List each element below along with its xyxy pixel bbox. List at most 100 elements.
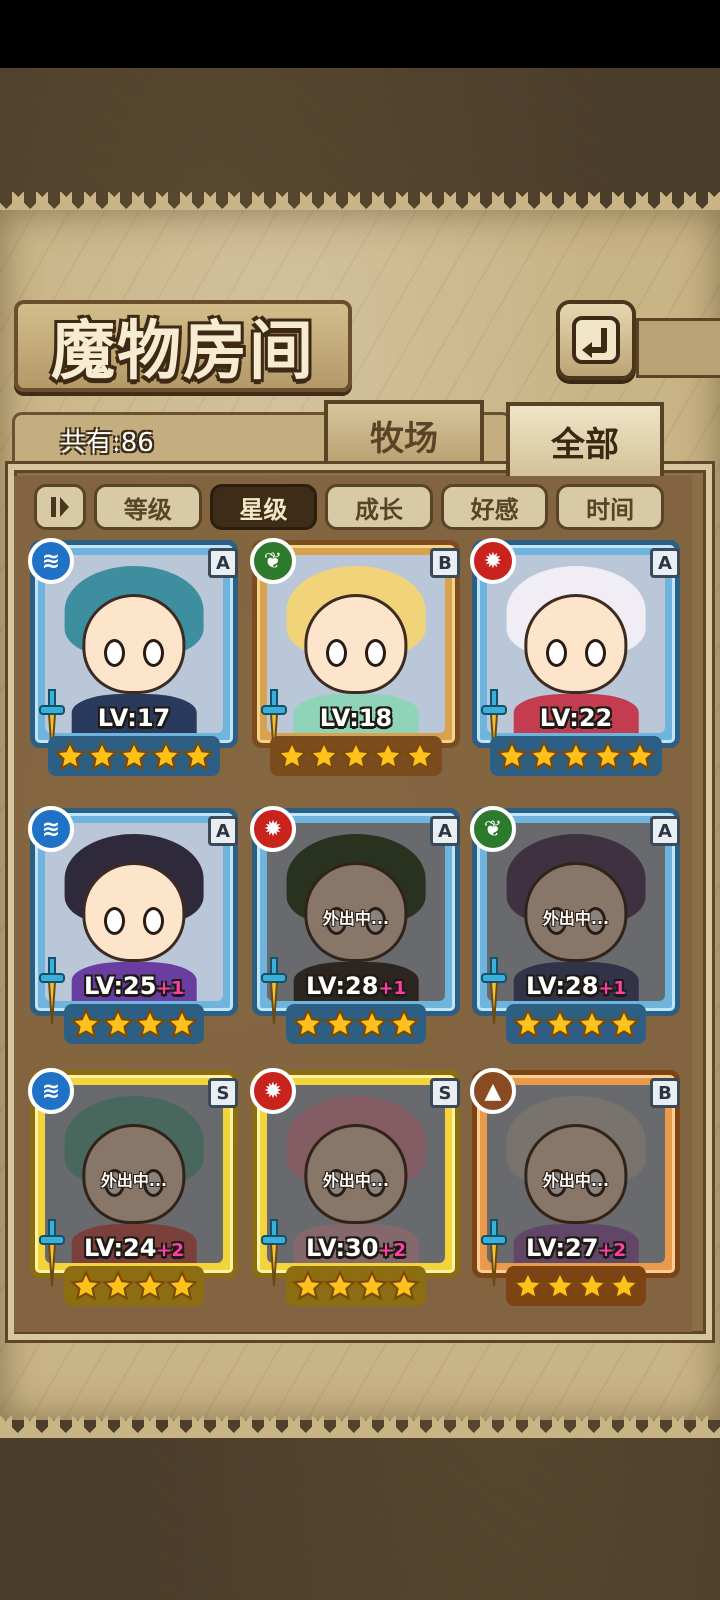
star-rating — [286, 1266, 426, 1306]
level-text: LV:18 — [319, 704, 393, 732]
star-icon — [592, 740, 624, 771]
star-icon — [166, 1270, 198, 1301]
monster-level: LV:30+2 — [252, 1234, 460, 1262]
level-text: LV:22 — [539, 704, 613, 732]
star-icon — [166, 1008, 198, 1039]
star-rating — [48, 736, 220, 776]
star-icon — [388, 1270, 420, 1301]
star-rating — [490, 736, 662, 776]
tab-ranch-label: 牧场 — [370, 418, 438, 459]
filter-level-label: 等级 — [123, 495, 172, 524]
star-icon — [624, 740, 656, 771]
water-icon: ≋ — [28, 1068, 74, 1114]
filter-time-label: 时间 — [586, 495, 635, 524]
star-icon — [54, 740, 86, 771]
filter-bar: 等级 星级 成长 好感 时间 — [34, 484, 664, 530]
monster-card[interactable]: 外出中... ▲ B LV:27+2 — [470, 1068, 680, 1310]
star-icon — [134, 1270, 166, 1301]
back-arrow-icon — [572, 316, 620, 364]
level-text: LV:17 — [97, 704, 171, 732]
level-bonus: +2 — [156, 1240, 185, 1261]
monster-eye — [103, 638, 126, 668]
earth-icon: ▲ — [470, 1068, 516, 1114]
filter-affection-button[interactable]: 好感 — [440, 484, 549, 530]
star-rating — [506, 1266, 646, 1306]
rank-badge: S — [208, 1078, 238, 1108]
tab-all-label: 全部 — [551, 424, 619, 465]
monster-face — [82, 594, 186, 694]
filter-level-button[interactable]: 等级 — [94, 484, 202, 530]
water-icon: ≋ — [28, 538, 74, 584]
star-rating — [286, 1004, 426, 1044]
star-icon — [340, 740, 372, 771]
level-text: LV:24 — [83, 1234, 157, 1262]
star-icon — [308, 740, 340, 771]
monster-level: LV:25+1 — [30, 972, 238, 1000]
fire-icon: ✹ — [250, 1068, 296, 1114]
star-icon — [544, 1008, 576, 1039]
tab-all[interactable]: 全部 — [506, 402, 664, 476]
fire-icon: ✹ — [250, 806, 296, 852]
star-icon — [182, 740, 214, 771]
fire-icon: ✹ — [470, 538, 516, 584]
star-icon — [70, 1008, 102, 1039]
leaf-icon: ❦ — [470, 806, 516, 852]
away-status-label: 外出中... — [322, 908, 390, 928]
level-text: LV:28 — [525, 972, 599, 1000]
star-icon — [70, 1270, 102, 1301]
back-button[interactable] — [556, 300, 636, 380]
leaf-icon: ❦ — [250, 538, 296, 584]
rank-badge: A — [430, 816, 460, 846]
monster-level: LV:28+1 — [472, 972, 680, 1000]
monster-grid: ≋ A LV:17 ❦ B LV:18 ✹ A LV:22 ≋ A LV:25+1 外出中... ✹ A LV… — [28, 538, 690, 1320]
monster-card[interactable]: ❦ B LV:18 — [250, 538, 460, 780]
monster-card[interactable]: ✹ A LV:22 — [470, 538, 680, 780]
star-icon — [356, 1008, 388, 1039]
monster-eye — [103, 906, 126, 936]
level-text: LV:27 — [525, 1234, 599, 1262]
level-bonus: +1 — [598, 978, 627, 999]
water-icon: ≋ — [28, 806, 74, 852]
star-icon — [292, 1270, 324, 1301]
star-icon — [324, 1008, 356, 1039]
monster-level: LV:22 — [472, 704, 680, 732]
star-icon — [356, 1270, 388, 1301]
level-text: LV:30 — [305, 1234, 379, 1262]
level-bonus: +1 — [378, 978, 407, 999]
level-bonus: +2 — [598, 1240, 627, 1261]
star-icon — [608, 1008, 640, 1039]
monster-level: LV:24+2 — [30, 1234, 238, 1262]
filter-star-button[interactable]: 星级 — [209, 484, 318, 530]
monster-level: LV:18 — [252, 704, 460, 732]
filter-growth-button[interactable]: 成长 — [325, 484, 433, 530]
rank-badge: A — [650, 816, 680, 846]
sort-order-toggle[interactable] — [34, 484, 86, 530]
star-icon — [388, 1008, 420, 1039]
filter-star-label: 星级 — [239, 495, 288, 524]
monster-card[interactable]: 外出中... ❦ A LV:28+1 — [470, 806, 680, 1048]
monster-level: LV:17 — [30, 704, 238, 732]
monster-face — [82, 862, 186, 962]
monster-card[interactable]: 外出中... ✹ S LV:30+2 — [250, 1068, 460, 1310]
monster-card[interactable]: 外出中... ≋ S LV:24+2 — [28, 1068, 238, 1310]
away-status-label: 外出中... — [322, 1170, 390, 1190]
monster-level: LV:28+1 — [252, 972, 460, 1000]
star-rating — [64, 1266, 204, 1306]
level-text: LV:25 — [83, 972, 157, 1000]
away-status-label: 外出中... — [100, 1170, 168, 1190]
rank-badge: A — [208, 816, 238, 846]
star-icon — [86, 740, 118, 771]
monster-card[interactable]: ≋ A LV:25+1 — [28, 806, 238, 1048]
star-icon — [372, 740, 404, 771]
title-plate: 魔物房间 — [14, 300, 352, 392]
monster-card[interactable]: ≋ A LV:17 — [28, 538, 238, 780]
monster-card[interactable]: 外出中... ✹ A LV:28+1 — [250, 806, 460, 1048]
filter-time-button[interactable]: 时间 — [556, 484, 664, 530]
tab-ranch[interactable]: 牧场 — [324, 400, 484, 466]
rank-badge: A — [650, 548, 680, 578]
star-rating — [64, 1004, 204, 1044]
rank-badge: A — [208, 548, 238, 578]
star-icon — [404, 740, 436, 771]
star-icon — [102, 1270, 134, 1301]
level-bonus: +1 — [156, 978, 185, 999]
